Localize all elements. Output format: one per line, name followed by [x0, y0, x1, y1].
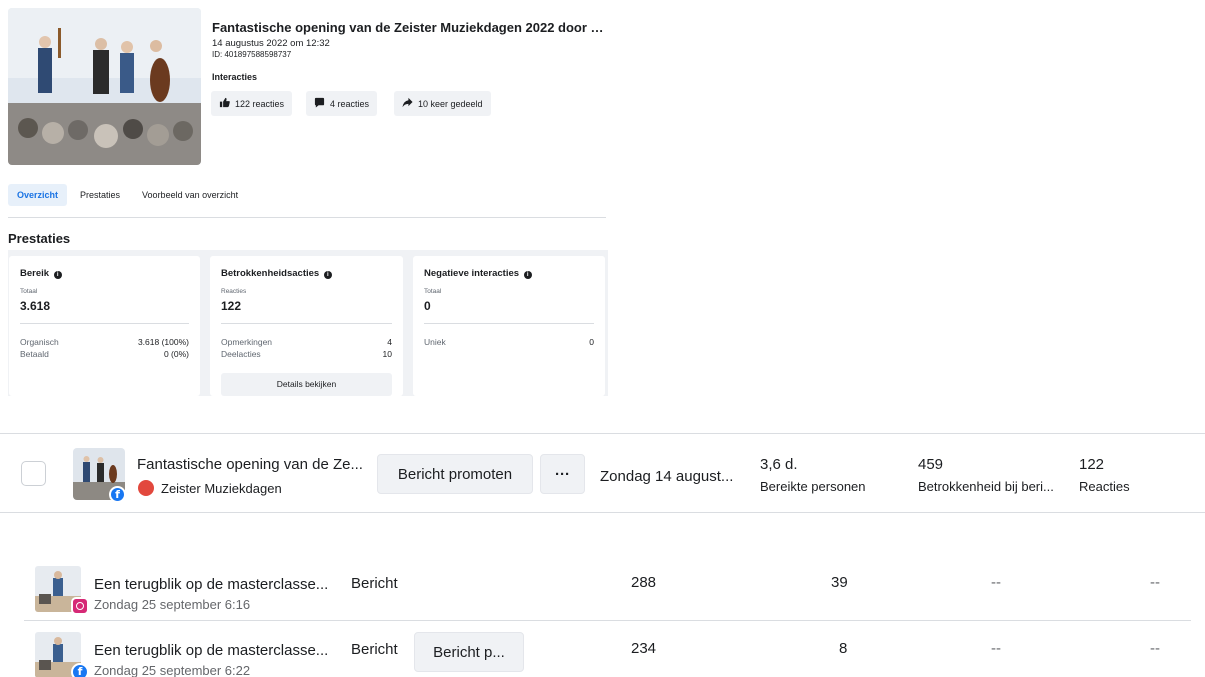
negative-card-value: 0	[424, 299, 431, 313]
reach-paid-row: Betaald 0 (0%)	[20, 349, 189, 359]
negative-unique-value: 0	[589, 337, 594, 347]
engagement-comments-value: 4	[387, 337, 392, 347]
metric-engagement-label: Betrokkenheid bij beri...	[918, 479, 1054, 494]
row-title[interactable]: Een terugblik op de masterclasse...	[94, 576, 328, 593]
row-engagement: 8	[839, 640, 848, 657]
performance-title: Prestaties	[8, 231, 71, 246]
post-row[interactable]: f Fantastische opening van de Ze... Zeis…	[0, 433, 1205, 513]
card-divider	[20, 323, 189, 324]
comment-icon	[314, 97, 325, 110]
metric-reach-value: 3,6 d.	[760, 456, 798, 473]
tab-preview[interactable]: Voorbeeld van overzicht	[133, 184, 247, 206]
tabs-divider	[8, 217, 606, 218]
row-col4: --	[1150, 574, 1160, 591]
reach-organic-row: Organisch 3.618 (100%)	[20, 337, 189, 347]
info-icon[interactable]: i	[523, 271, 532, 279]
metric-reach: 3,6 d. Bereikte personen	[760, 456, 866, 494]
row-divider	[24, 620, 1191, 621]
row-type: Bericht	[351, 641, 398, 658]
row-col3: --	[991, 574, 1001, 591]
shares-chip-label: 10 keer gedeeld	[418, 98, 483, 109]
post-title: Fantastische opening van de Zeister Muzi…	[212, 20, 607, 35]
metric-engagement-value: 459	[918, 456, 944, 473]
instagram-icon	[71, 597, 89, 615]
row-date: Zondag 25 september 6:16	[94, 597, 251, 612]
row-type: Bericht	[351, 575, 398, 592]
reach-card-header: Bereik i	[20, 268, 62, 279]
share-icon	[402, 97, 413, 110]
info-icon[interactable]: i	[323, 271, 332, 279]
row-col3: --	[991, 640, 1001, 657]
details-button[interactable]: Details bekijken	[221, 373, 392, 396]
row-reach: 288	[631, 574, 657, 591]
row-reach: 234	[631, 640, 657, 657]
reach-paid-label: Betaald	[20, 349, 49, 359]
engagement-comments-label: Opmerkingen	[221, 337, 273, 347]
table-row[interactable]: f Een terugblik op de masterclasse... Zo…	[24, 626, 1205, 677]
metric-reactions-value: 122	[1079, 456, 1105, 473]
reach-paid-value: 0 (0%)	[163, 349, 189, 359]
engagement-shares-value: 10	[382, 349, 392, 359]
negative-unique-label: Uniek	[424, 337, 446, 347]
row-date: Zondag 25 september 6:22	[94, 663, 251, 677]
reach-card-title: Bereik	[20, 268, 50, 279]
reactions-chip-label: 122 reacties	[235, 98, 285, 109]
metric-reactions: 122 Reacties	[1079, 456, 1130, 494]
reach-card-sub: Totaal	[20, 288, 38, 295]
negative-card-header: Negatieve interacties i	[424, 268, 532, 279]
info-icon[interactable]: i	[53, 271, 62, 279]
engagement-card-value: 122	[221, 299, 242, 313]
promote-post-button[interactable]: Bericht promoten	[377, 454, 533, 494]
negative-unique-row: Uniek 0	[424, 337, 594, 347]
row-checkbox[interactable]	[21, 461, 46, 486]
promote-post-button[interactable]: Bericht p...	[414, 632, 524, 672]
tab-overview[interactable]: Overzicht	[8, 184, 68, 206]
more-options-button[interactable]: ···	[540, 454, 585, 494]
negative-card-title: Negatieve interacties	[424, 268, 520, 279]
page-info: Zeister Muziekdagen	[138, 480, 282, 496]
publish-date: Zondag 14 august...	[600, 468, 734, 485]
post-insights-panel: Fantastische opening van de Zeister Muzi…	[0, 0, 610, 396]
metric-reactions-label: Reacties	[1079, 479, 1130, 494]
engagement-comments-row: Opmerkingen 4	[221, 337, 392, 347]
interactions-label: Interacties	[212, 72, 258, 82]
engagement-card-sub: Reacties	[221, 288, 247, 295]
facebook-icon: f	[109, 486, 126, 503]
post-id: ID: 401897588598737	[212, 50, 292, 59]
thumbs-up-icon	[219, 97, 230, 110]
row-col4: --	[1150, 640, 1160, 657]
metric-reach-label: Bereikte personen	[760, 479, 866, 494]
row-engagement: 39	[831, 574, 848, 591]
reactions-chip[interactable]: 122 reacties	[211, 91, 293, 116]
post-title[interactable]: Fantastische opening van de Ze...	[137, 456, 363, 473]
engagement-shares-label: Deelacties	[221, 349, 261, 359]
engagement-card-header: Betrokkenheidsacties i	[221, 268, 332, 279]
comments-chip-label: 4 reacties	[330, 98, 370, 109]
reach-organic-value: 3.618 (100%)	[137, 337, 189, 347]
comments-chip[interactable]: 4 reacties	[306, 91, 378, 116]
row-title[interactable]: Een terugblik op de masterclasse...	[94, 642, 328, 659]
post-image	[8, 8, 201, 165]
tab-performance[interactable]: Prestaties	[71, 184, 129, 206]
reach-card-value: 3.618	[20, 299, 51, 313]
card-divider	[424, 323, 594, 324]
negative-card-sub: Totaal	[424, 288, 442, 295]
engagement-shares-row: Deelacties 10	[221, 349, 392, 359]
card-divider	[221, 323, 392, 324]
reach-card: Bereik i Totaal 3.618 Organisch 3.618 (1…	[9, 256, 200, 396]
post-date: 14 augustus 2022 om 12:32	[212, 38, 330, 49]
engagement-card-title: Betrokkenheidsacties	[221, 268, 320, 279]
negative-card: Negatieve interacties i Totaal 0 Uniek 0	[413, 256, 605, 396]
facebook-icon: f	[71, 663, 89, 677]
reach-organic-label: Organisch	[20, 337, 59, 347]
page-name: Zeister Muziekdagen	[161, 480, 282, 496]
table-row[interactable]: Een terugblik op de masterclasse... Zond…	[24, 560, 1205, 618]
tab-bar: Overzicht Prestaties Voorbeeld van overz…	[8, 182, 251, 208]
engagement-card: Betrokkenheidsacties i Reacties 122 Opme…	[210, 256, 403, 396]
page-avatar	[138, 480, 154, 496]
metric-engagement: 459 Betrokkenheid bij beri...	[918, 456, 1054, 494]
shares-chip[interactable]: 10 keer gedeeld	[394, 91, 491, 116]
